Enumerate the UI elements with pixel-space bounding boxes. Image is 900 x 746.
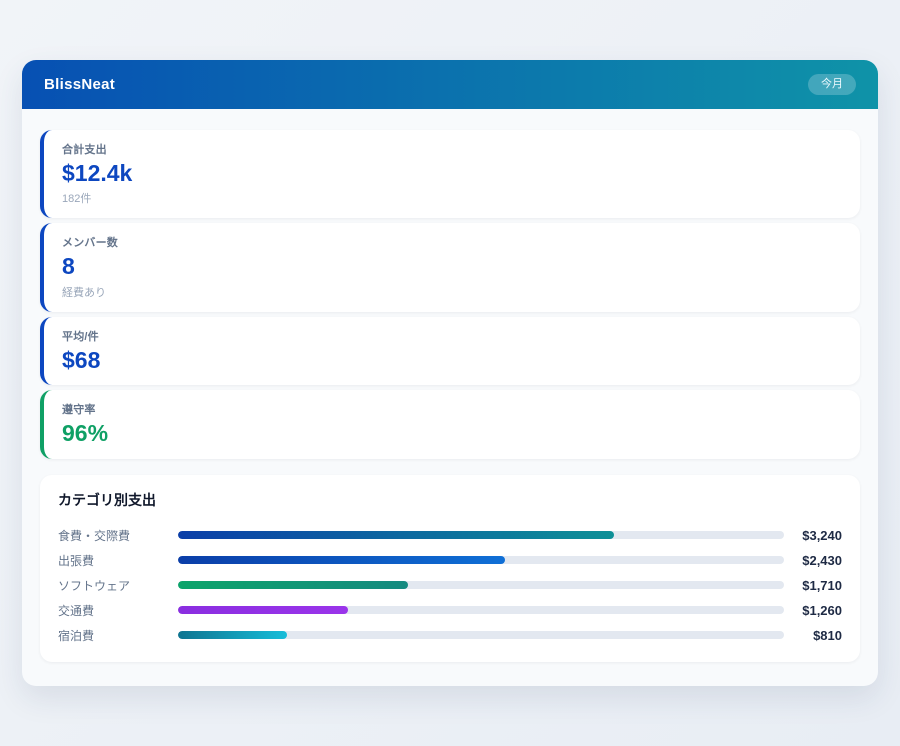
bar-track (178, 556, 784, 564)
category-row: 食費・交際費 $3,240 (58, 523, 842, 548)
category-label: 宿泊費 (58, 627, 178, 644)
bar-fill (178, 556, 505, 564)
stat-sub: 経費あり (62, 284, 840, 300)
bar-track (178, 631, 784, 639)
bar-track (178, 606, 784, 614)
category-row: 出張費 $2,430 (58, 548, 842, 573)
stat-label: 平均/件 (62, 328, 840, 344)
bar-track (178, 531, 784, 539)
stat-value: $12.4k (62, 160, 840, 186)
stat-card-average-per-item: 平均/件 $68 (40, 317, 860, 385)
category-label: 食費・交際費 (58, 527, 178, 544)
category-row: 宿泊費 $810 (58, 623, 842, 648)
dashboard-panel: BlissNeat 今月 合計支出 $12.4k 182件 メンバー数 8 経費… (22, 60, 878, 686)
category-label: 交通費 (58, 602, 178, 619)
category-row: ソフトウェア $1,710 (58, 573, 842, 598)
stat-card-member-count: メンバー数 8 経費あり (40, 223, 860, 311)
bar-fill (178, 531, 614, 539)
stat-label: 合計支出 (62, 141, 840, 157)
bar-fill (178, 606, 348, 614)
bar-fill (178, 631, 287, 639)
category-label: 出張費 (58, 552, 178, 569)
category-value: $1,260 (784, 603, 842, 618)
app-header: BlissNeat 今月 (22, 60, 878, 109)
category-row: 交通費 $1,260 (58, 598, 842, 623)
chart-title: カテゴリ別支出 (58, 490, 842, 510)
bar-fill (178, 581, 408, 589)
stat-value: 96% (62, 420, 840, 446)
app-title: BlissNeat (44, 76, 115, 93)
period-badge[interactable]: 今月 (808, 74, 856, 95)
category-label: ソフトウェア (58, 577, 178, 594)
stat-sub: 182件 (62, 190, 840, 206)
stat-card-compliance-rate: 遵守率 96% (40, 390, 860, 458)
category-value: $3,240 (784, 528, 842, 543)
bar-track (178, 581, 784, 589)
stat-label: 遵守率 (62, 401, 840, 417)
stat-label: メンバー数 (62, 234, 840, 250)
stat-value: $68 (62, 347, 840, 373)
stat-value: 8 (62, 253, 840, 279)
category-value: $2,430 (784, 553, 842, 568)
dashboard-content: 合計支出 $12.4k 182件 メンバー数 8 経費あり 平均/件 $68 遵… (22, 109, 878, 662)
stat-card-total-spend: 合計支出 $12.4k 182件 (40, 130, 860, 218)
category-value: $1,710 (784, 578, 842, 593)
category-spend-chart: カテゴリ別支出 食費・交際費 $3,240 出張費 $2,430 ソフトウェア (40, 475, 860, 662)
category-value: $810 (784, 628, 842, 643)
